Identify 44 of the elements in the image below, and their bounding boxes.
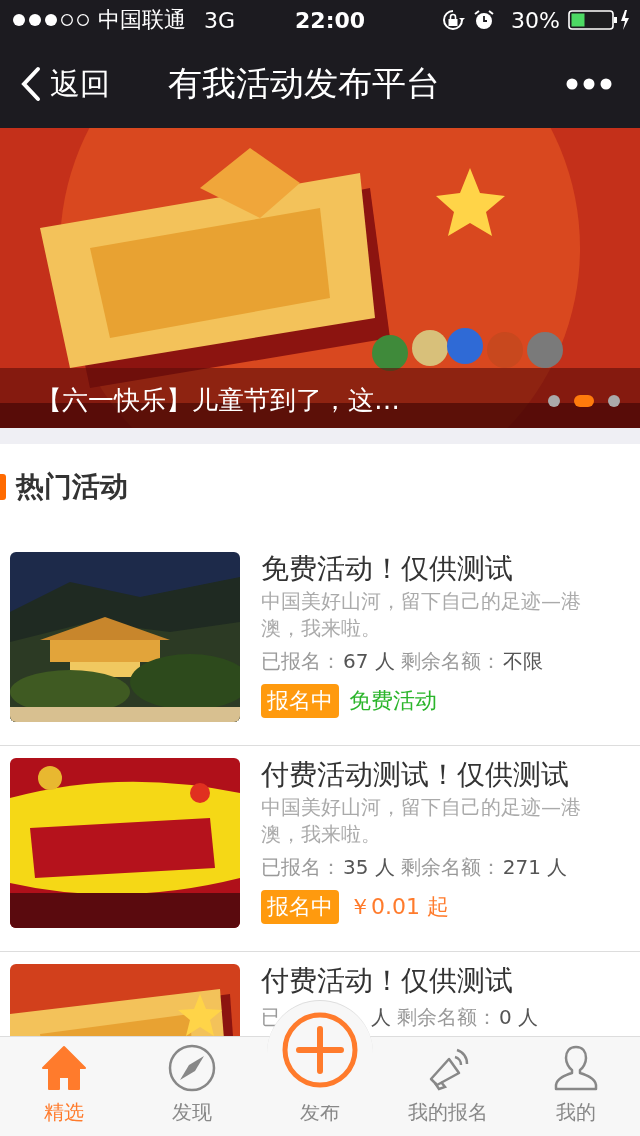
more-icon[interactable] (566, 78, 612, 90)
stat-label: 剩余名额： (400, 648, 501, 675)
stat-value: 271 人 (502, 854, 568, 881)
stat-value: 人 (371, 1004, 391, 1031)
carrier-name: 中国联通 (98, 6, 186, 34)
stat-label: 剩余名额： (397, 1004, 497, 1031)
stat-value: 67 人 (343, 648, 395, 675)
activity-description: 中国美好山河，留下自己的足迹—港澳，我来啦。 (261, 588, 582, 642)
rotation-lock-icon (441, 9, 466, 31)
stat-value: 不限 (502, 648, 543, 675)
activity-title: 付费活动！仅供测试 (261, 964, 514, 998)
battery-percent: 30% (511, 7, 560, 33)
price-label: ￥0.01 起 (349, 893, 449, 921)
tab-item[interactable]: 我的报名 (384, 1037, 512, 1136)
banner-caption: 【六一快乐】儿童节到了，这… (36, 384, 400, 417)
alarm-icon (473, 9, 496, 31)
section-title: 热门活动 (16, 469, 128, 505)
activity-title: 免费活动！仅供测试 (261, 552, 514, 586)
back-icon[interactable] (20, 66, 42, 102)
activity-card[interactable]: 免费活动！仅供测试 中国美好山河，留下自己的足迹—港澳，我来啦。 已报名：67 人 剩余名额：不限 报名中 免费活动 (0, 540, 640, 746)
activity-description: 中国美好山河，留下自己的足迹—港澳，我来啦。 (261, 794, 582, 848)
activity-card[interactable]: 付费活动测试！仅供测试 中国美好山河，留下自己的足迹—港澳，我来啦。 已报名：35 人 剩余名额：271 人 报名中 ￥0.01 起 (0, 746, 640, 952)
signal-icon (12, 13, 90, 27)
status-badge: 报名中 (261, 684, 339, 718)
plus-icon (282, 1012, 358, 1088)
stat-label: 已报名： (261, 854, 341, 881)
stat-label: 已报名： (261, 648, 341, 675)
home-icon (39, 1043, 89, 1093)
section-marker (0, 474, 6, 500)
stat-label: 剩余名额： (400, 854, 501, 881)
tab-item[interactable]: 精选 (0, 1037, 128, 1136)
stat-value: 35 人 (343, 854, 395, 881)
activity-title: 付费活动测试！仅供测试 (261, 758, 570, 792)
tab-item[interactable]: 发现 (128, 1037, 256, 1136)
stat-value: 0 人 (499, 1004, 539, 1031)
battery-icon (568, 9, 630, 31)
back-button[interactable]: 返回 (20, 63, 110, 105)
network-type: 3G (204, 7, 236, 33)
tab-item[interactable]: 我的 (512, 1037, 640, 1136)
clock-time: 22:00 (295, 7, 366, 33)
page-title: 有我活动发布平台 (168, 62, 440, 105)
status-badge: 报名中 (261, 890, 339, 924)
price-label: 免费活动 (349, 687, 437, 715)
compass-icon (167, 1043, 217, 1093)
